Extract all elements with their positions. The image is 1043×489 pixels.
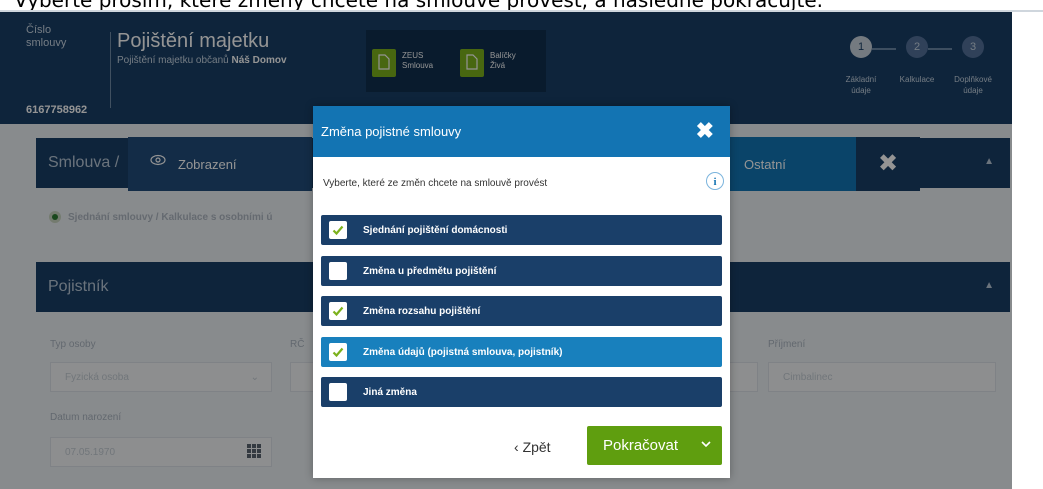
continue-button[interactable]: Pokračovat [587, 426, 722, 465]
option-label: Sjednání pojištění domácnosti [363, 225, 508, 236]
option-label: Změna u předmětu pojištění [363, 266, 497, 277]
option-other-change[interactable]: Jiná změna [321, 377, 722, 407]
modal-header: Změna pojistné smlouvy ✖ [313, 106, 730, 157]
chevron-down-icon [701, 441, 711, 448]
option-data-change[interactable]: Změna údajů (pojistná smlouva, pojistník… [321, 337, 722, 367]
checkmark-icon [332, 347, 344, 358]
continue-button-label: Pokračovat [603, 437, 679, 454]
change-contract-modal: Změna pojistné smlouvy ✖ Vyberte, které … [313, 106, 730, 478]
checkmark-icon [332, 306, 344, 317]
checkbox[interactable] [329, 383, 347, 401]
back-button-label: Zpět [522, 439, 551, 455]
checkbox[interactable] [329, 262, 347, 280]
option-scope-change[interactable]: Změna rozsahu pojištění [321, 296, 722, 326]
option-subject-change[interactable]: Změna u předmětu pojištění [321, 256, 722, 286]
checkbox[interactable] [329, 221, 347, 239]
close-icon[interactable]: ✖ [696, 118, 714, 144]
app-window: Číslo smlouvy 6167758962 Pojištění majet… [0, 12, 1012, 489]
option-household-insurance[interactable]: Sjednání pojištění domácnosti [321, 215, 722, 245]
checkbox[interactable] [329, 302, 347, 320]
back-button[interactable]: ‹ Zpět [514, 439, 551, 455]
chevron-left-icon: ‹ [514, 439, 519, 455]
option-label: Jiná změna [363, 387, 417, 398]
modal-prompt: Vyberte, které ze změn chcete na smlouvě… [323, 178, 548, 189]
modal-title: Změna pojistné smlouvy [321, 124, 462, 139]
checkbox[interactable] [329, 343, 347, 361]
option-label: Změna údajů (pojistná smlouva, pojistník… [363, 347, 563, 358]
info-icon[interactable]: i [706, 172, 724, 190]
option-label: Změna rozsahu pojištění [363, 306, 481, 317]
checkmark-icon [332, 225, 344, 236]
